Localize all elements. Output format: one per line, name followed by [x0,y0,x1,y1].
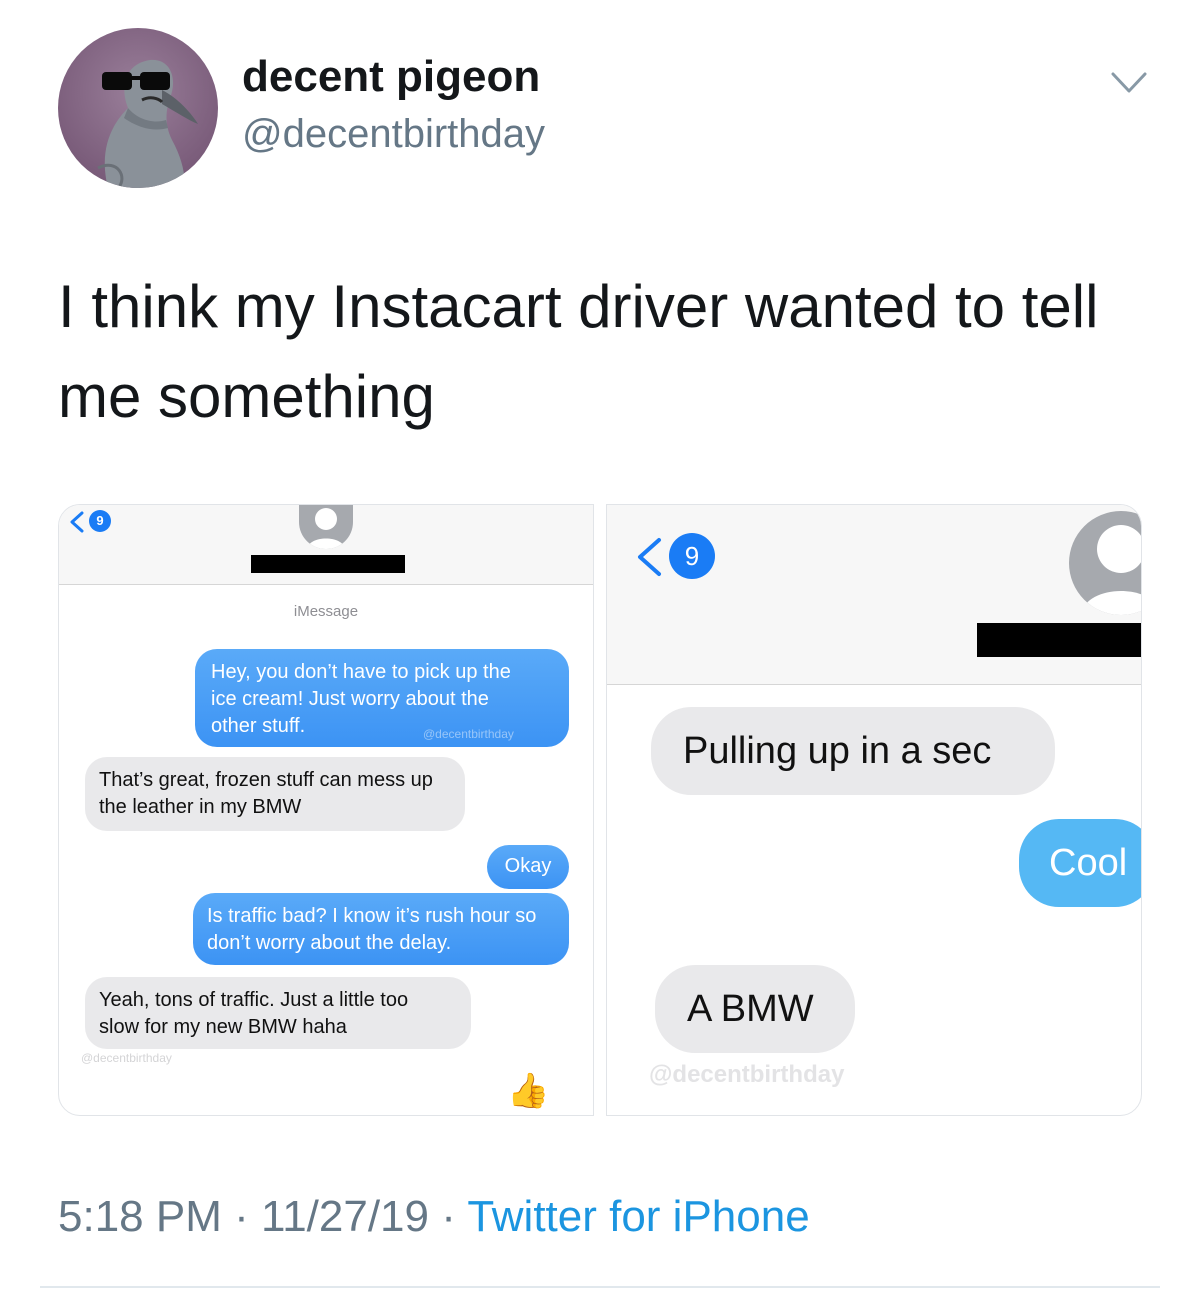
watermark: @decentbirthday [649,1061,845,1088]
contact-avatar-icon [1069,511,1141,615]
message-bubble-outgoing: Okay [487,845,569,889]
message-bubble-incoming: A BMW [655,965,855,1053]
tweet-text: I think my Instacart driver wanted to te… [58,273,1099,430]
divider [40,1286,1160,1288]
attached-image-left[interactable]: 9 iMessage Hey, you don’t have to pick u… [58,504,594,1116]
watermark: @decentbirthday [81,1051,172,1065]
tweet-source-link[interactable]: Twitter for iPhone [467,1192,809,1241]
service-label: iMessage [293,603,359,620]
message-bubble-incoming: That’s great, frozen stuff can mess up t… [85,757,465,831]
message-text: Okay [504,855,552,877]
messages-nav-bar: 9 [607,505,1141,685]
message-text: Pulling up in a sec [683,729,992,772]
user-handle[interactable]: @decentbirthday [242,112,545,157]
separator: · [221,1192,261,1241]
messages-nav-bar: 9 [59,505,593,585]
redacted-contact-name [251,555,405,573]
display-name[interactable]: decent pigeon [242,52,540,102]
tweet-date[interactable]: 11/27/19 [261,1192,429,1241]
message-bubble-outgoing: Is traffic bad? I know it’s rush hour so… [193,893,569,965]
message-text: Hey, you don’t have to pick up the ice c… [211,661,511,737]
watermark: @decentbirthday [423,727,514,741]
redacted-contact-name [977,623,1141,657]
unread-count-badge: 9 [89,510,111,532]
thumbs-up-icon: 👍 [507,1072,550,1110]
message-text: Yeah, tons of traffic. Just a little too… [99,989,409,1038]
pigeon-sunglasses-avatar [97,59,198,188]
message-text: Is traffic bad? I know it’s rush hour so… [207,905,537,954]
message-bubble-outgoing: Cool [1019,819,1141,907]
tweet-metadata: 5:18 PM · 11/27/19 · Twitter for iPhone [58,1192,810,1242]
message-text: That’s great, frozen stuff can mess up t… [99,769,433,818]
message-text: Cool [1049,841,1128,884]
message-bubble-incoming: Yeah, tons of traffic. Just a little too… [85,977,471,1049]
tweet-time[interactable]: 5:18 PM [58,1192,222,1241]
message-text: A BMW [687,987,814,1030]
contact-avatar-icon [299,505,353,549]
back-chevron-icon [638,538,661,576]
message-bubble-incoming: Pulling up in a sec [651,707,1055,795]
chevron-down-icon[interactable] [1110,70,1148,96]
attached-image-right[interactable]: 9 Pulling up in a sec Cool A BMW @decent… [606,504,1142,1116]
unread-count-badge: 9 [669,533,715,579]
profile-avatar[interactable] [58,28,218,188]
back-chevron-icon [70,511,84,533]
separator: · [429,1192,468,1241]
